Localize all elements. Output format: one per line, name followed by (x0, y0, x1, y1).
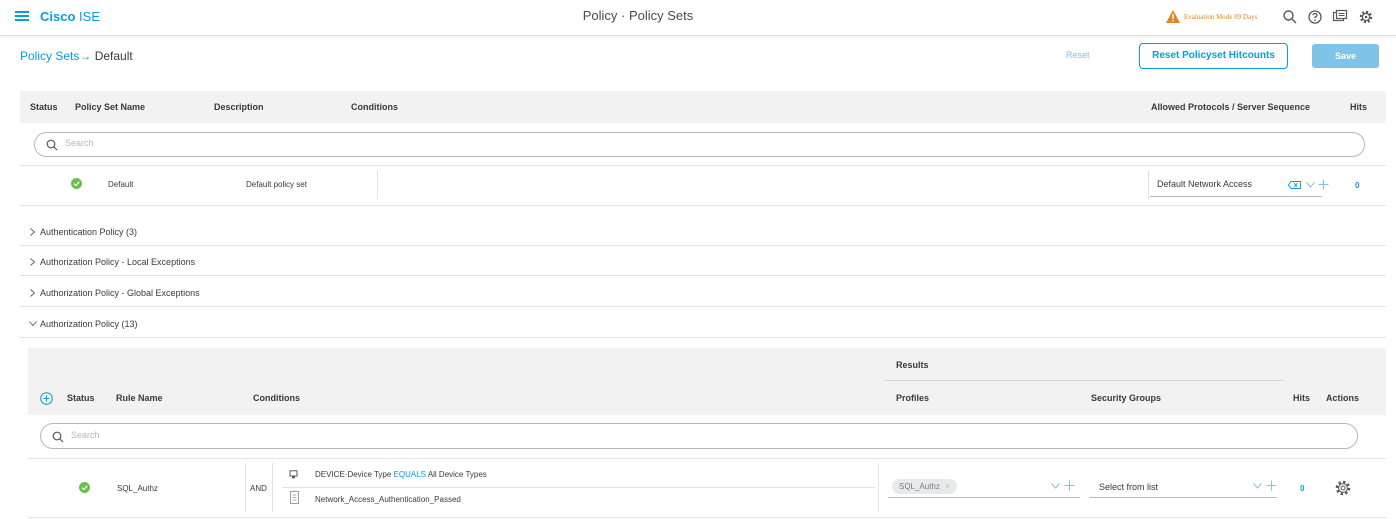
column-conditions[interactable]: Conditions (351, 102, 398, 112)
status-enabled-icon[interactable] (79, 482, 90, 493)
clear-icon[interactable] (1288, 181, 1301, 189)
authorization-search-input[interactable]: Search (40, 423, 1358, 449)
policy-set-name[interactable]: Default (108, 180, 133, 189)
chevron-down-icon[interactable] (1253, 483, 1262, 489)
gear-icon[interactable] (1358, 9, 1374, 25)
gear-icon[interactable] (1334, 479, 1352, 497)
column-hits[interactable]: Hits (1293, 393, 1310, 403)
divider (884, 380, 1285, 381)
status-enabled-icon[interactable] (71, 178, 82, 189)
column-profiles[interactable]: Profiles (896, 393, 929, 403)
rule-hits[interactable]: 0 (1300, 484, 1304, 493)
add-icon[interactable] (1318, 179, 1329, 190)
section-authorization-policy[interactable]: Authorization Policy (13) (40, 319, 138, 329)
page-title: Policy · Policy Sets (582, 8, 694, 23)
chevron-right-icon[interactable] (30, 258, 35, 266)
add-rule-icon[interactable] (40, 392, 53, 405)
column-hits[interactable]: Hits (1350, 102, 1367, 112)
divider (20, 337, 1386, 338)
column-status[interactable]: Status (30, 102, 58, 112)
authorization-table-header (28, 348, 1386, 415)
condition-operator-equals: EQUALS (393, 470, 427, 479)
chevron-down-icon[interactable] (1306, 182, 1315, 188)
library-condition-icon (290, 491, 299, 504)
column-allowed-protocols[interactable]: Allowed Protocols / Server Sequence (1151, 102, 1310, 112)
profile-chip[interactable]: SQL_Authz × (892, 479, 957, 494)
device-icon (289, 470, 298, 479)
allowed-protocol-select[interactable]: Default Network Access (1157, 179, 1252, 189)
column-security-groups[interactable]: Security Groups (1091, 393, 1161, 403)
select-underline (1150, 196, 1322, 197)
search-placeholder: Search (65, 138, 94, 148)
divider (20, 306, 1386, 307)
search-icon (52, 431, 64, 443)
divider (28, 517, 1386, 518)
security-group-select[interactable]: Select from list (1099, 482, 1158, 492)
divider (20, 275, 1386, 276)
chevron-right-icon[interactable] (30, 228, 35, 236)
chevron-right-icon[interactable] (30, 289, 35, 297)
notifications-icon[interactable] (1332, 9, 1348, 25)
chevron-down-icon[interactable] (29, 321, 37, 326)
divider (20, 205, 1386, 206)
column-rule-name[interactable]: Rule Name (116, 393, 163, 403)
reset-policyset-hitcounts-button[interactable]: Reset Policyset Hitcounts (1139, 43, 1288, 69)
breadcrumb-policy-sets-link[interactable]: Policy Sets→ (20, 49, 91, 63)
select-underline (1090, 497, 1277, 498)
save-button[interactable]: Save (1312, 44, 1379, 68)
add-icon[interactable] (1266, 480, 1277, 491)
section-authorization-local-exceptions[interactable]: Authorization Policy - Local Exceptions (40, 257, 195, 267)
evaluation-status[interactable]: Evaluation Mode 89 Days (1184, 13, 1257, 21)
breadcrumb: Policy Sets→ Default (20, 49, 133, 63)
column-actions[interactable]: Actions (1326, 393, 1359, 403)
divider (245, 463, 246, 512)
profile-name: SQL_Authz (899, 482, 940, 491)
policy-sets-search-input[interactable]: Search (34, 132, 1365, 157)
condition-1[interactable]: DEVICE·Device Type EQUALS All Device Typ… (315, 470, 487, 479)
condition-value: All Device Types (427, 470, 487, 479)
divider (20, 245, 1386, 246)
chevron-down-icon[interactable] (1051, 483, 1060, 489)
remove-profile-icon[interactable]: × (945, 482, 950, 491)
divider (878, 463, 879, 512)
divider (282, 487, 875, 488)
condition-operator[interactable]: AND (250, 484, 267, 493)
warning-icon (1166, 10, 1180, 23)
condition-2[interactable]: Network_Access_Authentication_Passed (315, 495, 461, 504)
condition-attribute: DEVICE·Device Type (315, 470, 392, 479)
rule-name[interactable]: SQL_Authz (117, 484, 158, 493)
results-header: Results (896, 360, 929, 370)
add-icon[interactable] (1064, 480, 1075, 491)
search-placeholder: Search (71, 430, 100, 440)
column-status[interactable]: Status (67, 393, 95, 403)
search-icon[interactable] (1282, 9, 1298, 25)
search-icon (46, 139, 58, 151)
policy-set-hits[interactable]: 0 (1355, 181, 1359, 190)
reset-button[interactable]: Reset (1066, 50, 1090, 60)
divider (272, 463, 273, 512)
breadcrumb-current: Default (94, 49, 133, 63)
policy-set-description[interactable]: Default policy set (246, 180, 307, 189)
table-row[interactable] (28, 459, 1386, 517)
section-authorization-global-exceptions[interactable]: Authorization Policy - Global Exceptions (40, 288, 200, 298)
help-icon[interactable] (1307, 9, 1323, 25)
column-description[interactable]: Description (214, 102, 264, 112)
select-underline (888, 497, 1080, 498)
divider (1148, 170, 1149, 199)
divider (377, 170, 378, 199)
column-conditions[interactable]: Conditions (253, 393, 300, 403)
section-authentication-policy[interactable]: Authentication Policy (3) (40, 227, 137, 237)
column-policy-set-name[interactable]: Policy Set Name (75, 102, 145, 112)
